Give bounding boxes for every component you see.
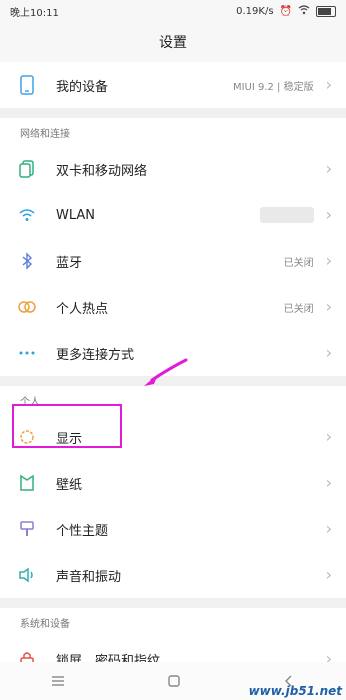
item-status: 已关闭 <box>283 257 314 269</box>
status-icons: 0.19K/s ⏰ <box>236 4 336 18</box>
hotspot-icon <box>16 296 38 318</box>
settings-item-sound-vibration[interactable]: 声音和振动 › <box>0 552 346 598</box>
watermark: www.jb51.net <box>248 684 342 698</box>
sim-card-icon <box>16 158 38 180</box>
item-label: 蓝牙 <box>56 255 83 271</box>
item-label: 更多连接方式 <box>56 347 135 363</box>
chevron-right-icon: › <box>325 427 332 446</box>
item-label: 双卡和移动网络 <box>56 163 148 179</box>
item-label: 壁纸 <box>56 477 83 493</box>
item-label: 个性主题 <box>56 523 109 539</box>
chevron-right-icon: › <box>325 565 332 584</box>
my-device-version: MIUI 9.2 | 稳定版 <box>232 81 314 93</box>
status-bar: 晚上10:11 0.19K/s ⏰ <box>0 0 346 22</box>
settings-item-sim-mobile-network[interactable]: 双卡和移动网络 › <box>0 146 346 192</box>
menu-icon[interactable] <box>51 672 65 691</box>
chevron-right-icon: › <box>325 159 332 178</box>
section-header-system: 系统和设备 <box>0 608 346 636</box>
chevron-right-icon: › <box>325 473 332 492</box>
chevron-right-icon: › <box>325 251 332 270</box>
network-speed: 0.19K/s <box>236 5 274 17</box>
section-divider <box>0 598 346 608</box>
settings-item-bluetooth[interactable]: 蓝牙 已关闭 › <box>0 238 346 284</box>
speaker-icon <box>16 564 38 586</box>
settings-item-wlan[interactable]: WLAN › <box>0 192 346 238</box>
chevron-right-icon: › <box>325 297 332 316</box>
chevron-right-icon: › <box>325 75 332 94</box>
item-label: 声音和振动 <box>56 569 122 585</box>
settings-item-hotspot[interactable]: 个人热点 已关闭 › <box>0 284 346 330</box>
my-device-label: 我的设备 <box>56 79 109 95</box>
wallpaper-icon <box>16 472 38 494</box>
item-status: 已关闭 <box>283 303 314 315</box>
section-divider <box>0 108 346 118</box>
phone-icon <box>16 74 38 96</box>
item-label: WLAN <box>56 207 96 223</box>
wifi-icon <box>16 204 38 226</box>
highlight-box <box>12 404 122 448</box>
battery-icon <box>316 5 336 17</box>
chevron-right-icon: › <box>325 343 332 362</box>
item-label: 个人热点 <box>56 301 109 317</box>
alarm-icon: ⏰ <box>279 5 292 17</box>
page-title: 设置 <box>0 22 346 62</box>
theme-brush-icon <box>16 518 38 540</box>
settings-item-themes[interactable]: 个性主题 › <box>0 506 346 552</box>
chevron-right-icon: › <box>325 519 332 538</box>
settings-item-wallpaper[interactable]: 壁纸 › <box>0 460 346 506</box>
settings-item-my-device[interactable]: 我的设备 MIUI 9.2 | 稳定版 › <box>0 62 346 108</box>
home-icon[interactable] <box>168 672 180 691</box>
annotation-arrow-icon <box>144 358 188 386</box>
section-header-network: 网络和连接 <box>0 118 346 146</box>
more-dots-icon <box>16 342 38 364</box>
wlan-name-blurred <box>259 207 314 223</box>
chevron-right-icon: › <box>325 205 332 224</box>
wifi-icon <box>298 4 310 18</box>
bluetooth-icon <box>16 250 38 272</box>
status-time: 晚上10:11 <box>10 7 59 19</box>
